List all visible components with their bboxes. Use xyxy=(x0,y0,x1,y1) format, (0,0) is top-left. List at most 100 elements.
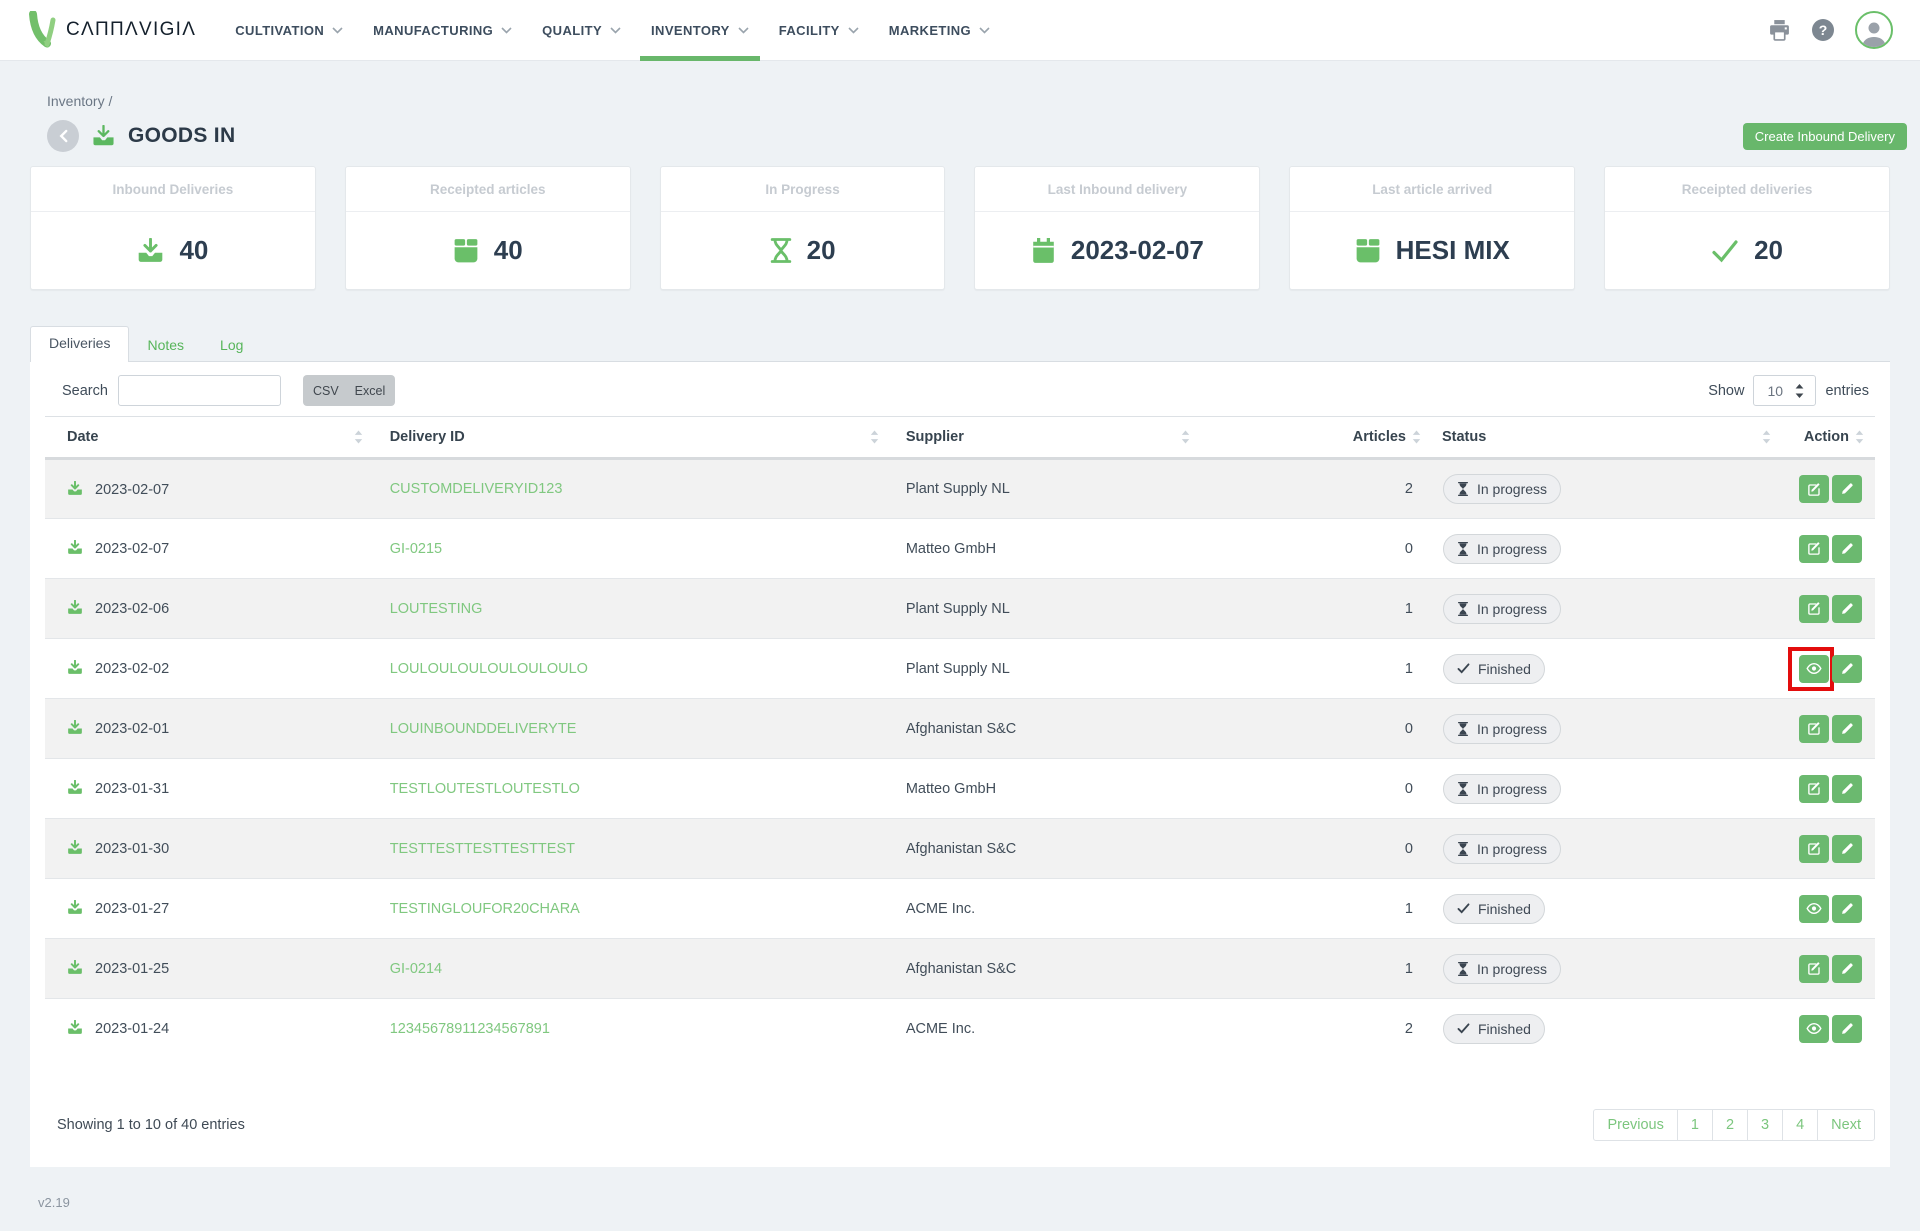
chevron-down-icon xyxy=(332,27,343,34)
delivery-id-link[interactable]: TESTLOUTESTLOUTESTLO xyxy=(390,781,580,797)
delivery-id-link[interactable]: GI-0214 xyxy=(390,961,442,977)
breadcrumb[interactable]: Inventory / xyxy=(47,61,1890,109)
date-cell: 2023-02-02 xyxy=(45,639,372,699)
table-row: 2023-01-27 TESTINGLOUFOR20CHARA ACME Inc… xyxy=(45,879,1875,939)
delivery-id-link[interactable]: LOUINBOUNDDELIVERYTE xyxy=(390,721,577,737)
edit-button[interactable] xyxy=(1832,895,1862,923)
create-inbound-delivery-button[interactable]: Create Inbound Delivery xyxy=(1743,123,1907,150)
tab-notes[interactable]: Notes xyxy=(129,329,202,361)
delivery-id-link[interactable]: LOUTESTING xyxy=(390,601,483,617)
receipt-button[interactable] xyxy=(1799,535,1829,563)
deliveries-table: Date Delivery ID Supplier Articles Statu… xyxy=(45,416,1875,1059)
download-icon xyxy=(67,600,83,615)
search-label: Search xyxy=(62,383,108,399)
status-label: In progress xyxy=(1477,721,1547,737)
nav-manufacturing[interactable]: MANUFACTURING xyxy=(358,0,527,61)
status-label: In progress xyxy=(1477,541,1547,557)
view-button[interactable] xyxy=(1799,895,1829,923)
articles-cell: 0 xyxy=(1199,519,1424,579)
supplier-cell: Matteo GmbH xyxy=(888,759,1199,819)
hourglass-icon xyxy=(770,237,792,264)
supplier-cell: ACME Inc. xyxy=(888,999,1199,1059)
chevron-down-icon xyxy=(848,27,859,34)
nav-marketing[interactable]: MARKETING xyxy=(874,0,1005,61)
status-label: Finished xyxy=(1478,901,1531,917)
receipt-button[interactable] xyxy=(1799,715,1829,743)
date-cell: 2023-01-25 xyxy=(45,939,372,999)
nav-quality[interactable]: QUALITY xyxy=(527,0,636,61)
chevron-down-icon xyxy=(610,27,621,34)
delivery-id-link[interactable]: TESTINGLOUFOR20CHARA xyxy=(390,901,580,917)
check-icon xyxy=(1457,663,1470,674)
status-label: In progress xyxy=(1477,481,1547,497)
edit-button[interactable] xyxy=(1832,655,1862,683)
tab-deliveries[interactable]: Deliveries xyxy=(30,326,129,362)
tab-log[interactable]: Log xyxy=(202,329,261,361)
pagination-next[interactable]: Next xyxy=(1817,1109,1875,1141)
column-header-date[interactable]: Date xyxy=(45,417,372,459)
status-badge: In progress xyxy=(1443,954,1561,984)
nav-inventory[interactable]: INVENTORY xyxy=(636,0,764,61)
check-icon xyxy=(1457,1023,1470,1034)
delivery-id-link[interactable]: 12345678911234567891 xyxy=(390,1021,550,1037)
delivery-id-link[interactable]: CUSTOMDELIVERYID123 xyxy=(390,481,563,497)
column-header-articles[interactable]: Articles xyxy=(1199,417,1424,459)
view-button[interactable] xyxy=(1799,1015,1829,1043)
pagination-page-1[interactable]: 1 xyxy=(1677,1109,1713,1141)
articles-cell: 2 xyxy=(1199,459,1424,519)
receipt-button[interactable] xyxy=(1799,595,1829,623)
date-cell: 2023-02-01 xyxy=(45,699,372,759)
stat-value: HESI MIX xyxy=(1396,235,1510,266)
supplier-cell: ACME Inc. xyxy=(888,879,1199,939)
edit-button[interactable] xyxy=(1832,715,1862,743)
csv-button[interactable]: CSV xyxy=(303,375,347,406)
tab-bar: Deliveries Notes Log xyxy=(30,325,1890,361)
back-button[interactable] xyxy=(47,120,79,152)
column-header-status[interactable]: Status xyxy=(1424,417,1780,459)
edit-button[interactable] xyxy=(1832,775,1862,803)
download-icon xyxy=(67,840,83,855)
delivery-id-link[interactable]: LOULOULOULOULOULOULO xyxy=(390,661,588,677)
chevron-down-icon xyxy=(738,27,749,34)
hourglass-icon xyxy=(1457,542,1469,556)
stat-card-last-inbound-delivery: Last Inbound delivery 2023-02-07 xyxy=(974,166,1260,290)
pagination-page-4[interactable]: 4 xyxy=(1782,1109,1818,1141)
nav-cultivation[interactable]: CULTIVATION xyxy=(220,0,358,61)
help-icon[interactable]: ? xyxy=(1812,19,1834,41)
column-header-action[interactable]: Action xyxy=(1780,417,1875,459)
column-header-supplier[interactable]: Supplier xyxy=(888,417,1199,459)
receipt-button[interactable] xyxy=(1799,475,1829,503)
search-input[interactable] xyxy=(118,375,281,406)
edit-button[interactable] xyxy=(1832,835,1862,863)
edit-button[interactable] xyxy=(1832,955,1862,983)
delivery-id-link[interactable]: TESTTESTTESTTESTTEST xyxy=(390,841,575,857)
delivery-date: 2023-01-24 xyxy=(95,1021,169,1037)
page-size-select[interactable]: 10 xyxy=(1753,375,1816,406)
avatar[interactable] xyxy=(1855,11,1893,49)
supplier-cell: Afghanistan S&C xyxy=(888,939,1199,999)
receipt-button[interactable] xyxy=(1799,955,1829,983)
nav-facility[interactable]: FACILITY xyxy=(764,0,874,61)
receipt-button[interactable] xyxy=(1799,775,1829,803)
status-badge: Finished xyxy=(1443,894,1545,924)
edit-button[interactable] xyxy=(1832,535,1862,563)
pagination-page-2[interactable]: 2 xyxy=(1712,1109,1748,1141)
sort-icon xyxy=(1412,431,1421,444)
edit-button[interactable] xyxy=(1832,475,1862,503)
show-label: Show xyxy=(1708,383,1744,399)
edit-button[interactable] xyxy=(1832,1015,1862,1043)
edit-button[interactable] xyxy=(1832,595,1862,623)
status-badge: Finished xyxy=(1443,654,1545,684)
brand-logo[interactable]: CΛΠΠΛVIGIΛ xyxy=(27,11,196,49)
delivery-id-link[interactable]: GI-0215 xyxy=(390,541,442,557)
column-header-delivery-id[interactable]: Delivery ID xyxy=(372,417,888,459)
pagination-page-3[interactable]: 3 xyxy=(1747,1109,1783,1141)
receipt-button[interactable] xyxy=(1799,835,1829,863)
view-button[interactable] xyxy=(1799,655,1829,683)
print-icon[interactable] xyxy=(1768,20,1791,41)
delivery-date: 2023-01-25 xyxy=(95,961,169,977)
pagination-previous[interactable]: Previous xyxy=(1593,1109,1677,1141)
stat-value: 2023-02-07 xyxy=(1071,235,1204,266)
hourglass-icon xyxy=(1457,482,1469,496)
excel-button[interactable]: Excel xyxy=(347,375,396,406)
